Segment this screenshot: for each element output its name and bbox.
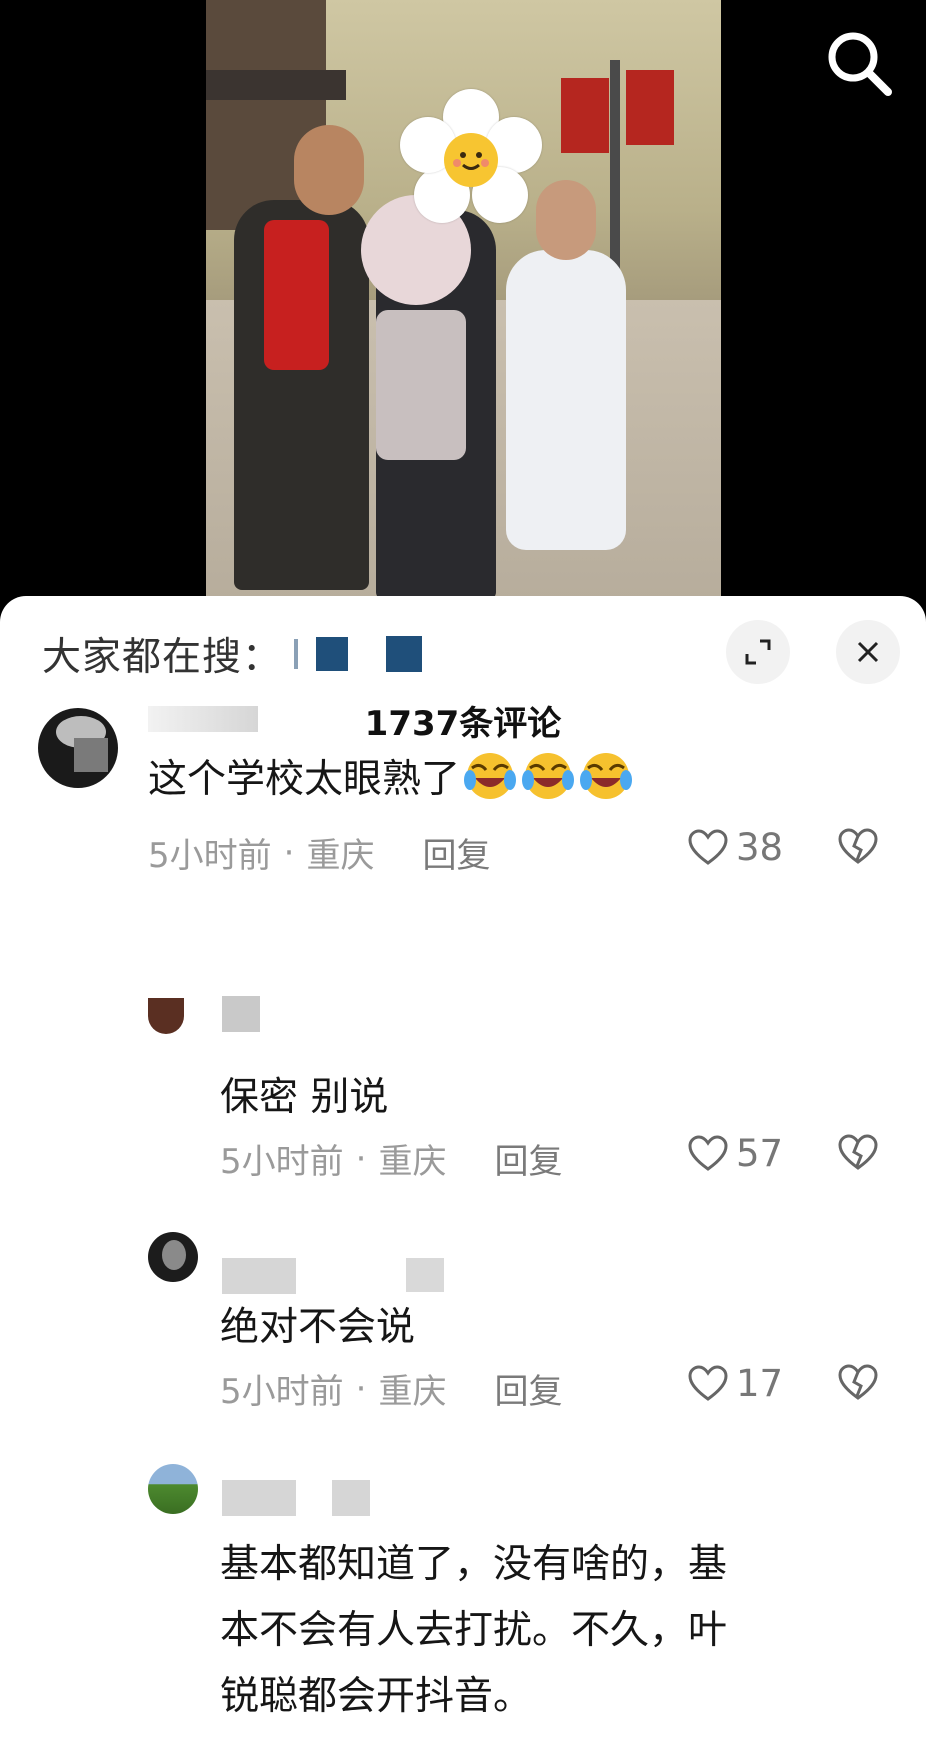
comment-text-line: 锐聪都会开抖音。 bbox=[220, 1674, 533, 1719]
avatar[interactable] bbox=[148, 1232, 198, 1282]
expand-icon bbox=[745, 639, 771, 665]
redacted-term bbox=[316, 637, 349, 671]
video-person-right bbox=[506, 180, 626, 550]
heart-icon bbox=[688, 1134, 728, 1171]
redacted-username[interactable] bbox=[222, 1480, 296, 1516]
redacted-username[interactable] bbox=[406, 1258, 444, 1292]
comment-meta: 5小时前 · 重庆 回复 bbox=[148, 828, 490, 877]
like-button[interactable]: 38 bbox=[688, 826, 783, 869]
video-flag bbox=[626, 70, 674, 145]
comment-text: 基本都知道了，没有啥的，基 本不会有人去打扰。不久，叶 锐聪都会开抖音。 bbox=[220, 1532, 727, 1730]
heart-icon bbox=[688, 828, 728, 865]
redacted-term bbox=[294, 639, 299, 669]
dislike-button[interactable] bbox=[838, 1134, 878, 1176]
video-background-tent bbox=[206, 70, 346, 100]
video-person-left bbox=[234, 125, 369, 590]
meta-separator: · bbox=[283, 832, 295, 873]
comment-time: 5小时前 bbox=[220, 1142, 344, 1182]
comment-location: 重庆 bbox=[378, 1372, 447, 1412]
broken-heart-icon bbox=[838, 1364, 878, 1400]
comment-text: 绝对不会说 bbox=[220, 1305, 416, 1350]
trending-search-label: 大家都在搜： bbox=[42, 635, 283, 680]
reply-button[interactable]: 回复 bbox=[494, 1134, 562, 1183]
like-button[interactable]: 57 bbox=[688, 1132, 783, 1175]
comment-time: 5小时前 bbox=[148, 836, 272, 876]
comment-time: 5小时前 bbox=[220, 1372, 344, 1412]
redacted-term bbox=[386, 636, 423, 672]
comment-count: 1737条评论 bbox=[364, 704, 562, 744]
like-count: 38 bbox=[736, 826, 784, 869]
comment-text-body: 这个学校太眼熟了 bbox=[148, 757, 461, 802]
expand-button[interactable] bbox=[726, 620, 790, 684]
like-count: 17 bbox=[736, 1362, 784, 1405]
redacted-username[interactable] bbox=[148, 706, 258, 732]
crying-laughing-emoji bbox=[576, 753, 634, 802]
comment-meta: 5小时前 · 重庆 回复 bbox=[220, 1364, 562, 1413]
broken-heart-icon bbox=[838, 828, 878, 864]
dislike-button[interactable] bbox=[838, 1364, 878, 1406]
avatar[interactable] bbox=[148, 1464, 198, 1514]
crying-laughing-emoji bbox=[518, 753, 576, 802]
comment-text-line: 本不会有人去打扰。不久，叶 bbox=[220, 1608, 728, 1653]
video-player[interactable] bbox=[0, 0, 926, 600]
heart-icon bbox=[688, 1364, 728, 1401]
face-cover-sticker bbox=[400, 89, 542, 225]
redacted-username[interactable] bbox=[332, 1480, 370, 1516]
meta-separator: · bbox=[355, 1138, 367, 1179]
meta-separator: · bbox=[355, 1368, 367, 1409]
comment-text: 保密 别说 bbox=[220, 1075, 389, 1120]
crying-laughing-emoji bbox=[460, 753, 518, 802]
comment-sheet: 大家都在搜： 1737条评论 这个学校太眼熟了 5小时前 · 重庆 回复 38 bbox=[0, 596, 926, 1742]
search-icon[interactable] bbox=[824, 28, 894, 98]
video-flag bbox=[561, 78, 609, 153]
comment-text: 这个学校太眼熟了 bbox=[148, 748, 634, 812]
comment-meta: 5小时前 · 重庆 回复 bbox=[220, 1134, 562, 1183]
avatar[interactable] bbox=[148, 998, 184, 1034]
video-frame[interactable] bbox=[206, 0, 721, 600]
trending-search-bar[interactable]: 大家都在搜： bbox=[42, 626, 423, 682]
avatar[interactable] bbox=[38, 708, 118, 788]
like-button[interactable]: 17 bbox=[688, 1362, 783, 1405]
close-button[interactable] bbox=[836, 620, 900, 684]
redacted-username[interactable] bbox=[222, 996, 260, 1032]
comment-location: 重庆 bbox=[378, 1142, 447, 1182]
dislike-button[interactable] bbox=[838, 828, 878, 870]
comment-location: 重庆 bbox=[306, 836, 375, 876]
redacted-username[interactable] bbox=[222, 1258, 296, 1294]
like-count: 57 bbox=[736, 1132, 784, 1175]
video-plastic-bag bbox=[376, 310, 466, 460]
comment-text-line: 基本都知道了，没有啥的，基 bbox=[220, 1542, 728, 1587]
close-icon bbox=[857, 641, 879, 663]
reply-button[interactable]: 回复 bbox=[494, 1364, 562, 1413]
broken-heart-icon bbox=[838, 1134, 878, 1170]
reply-button[interactable]: 回复 bbox=[422, 828, 490, 877]
